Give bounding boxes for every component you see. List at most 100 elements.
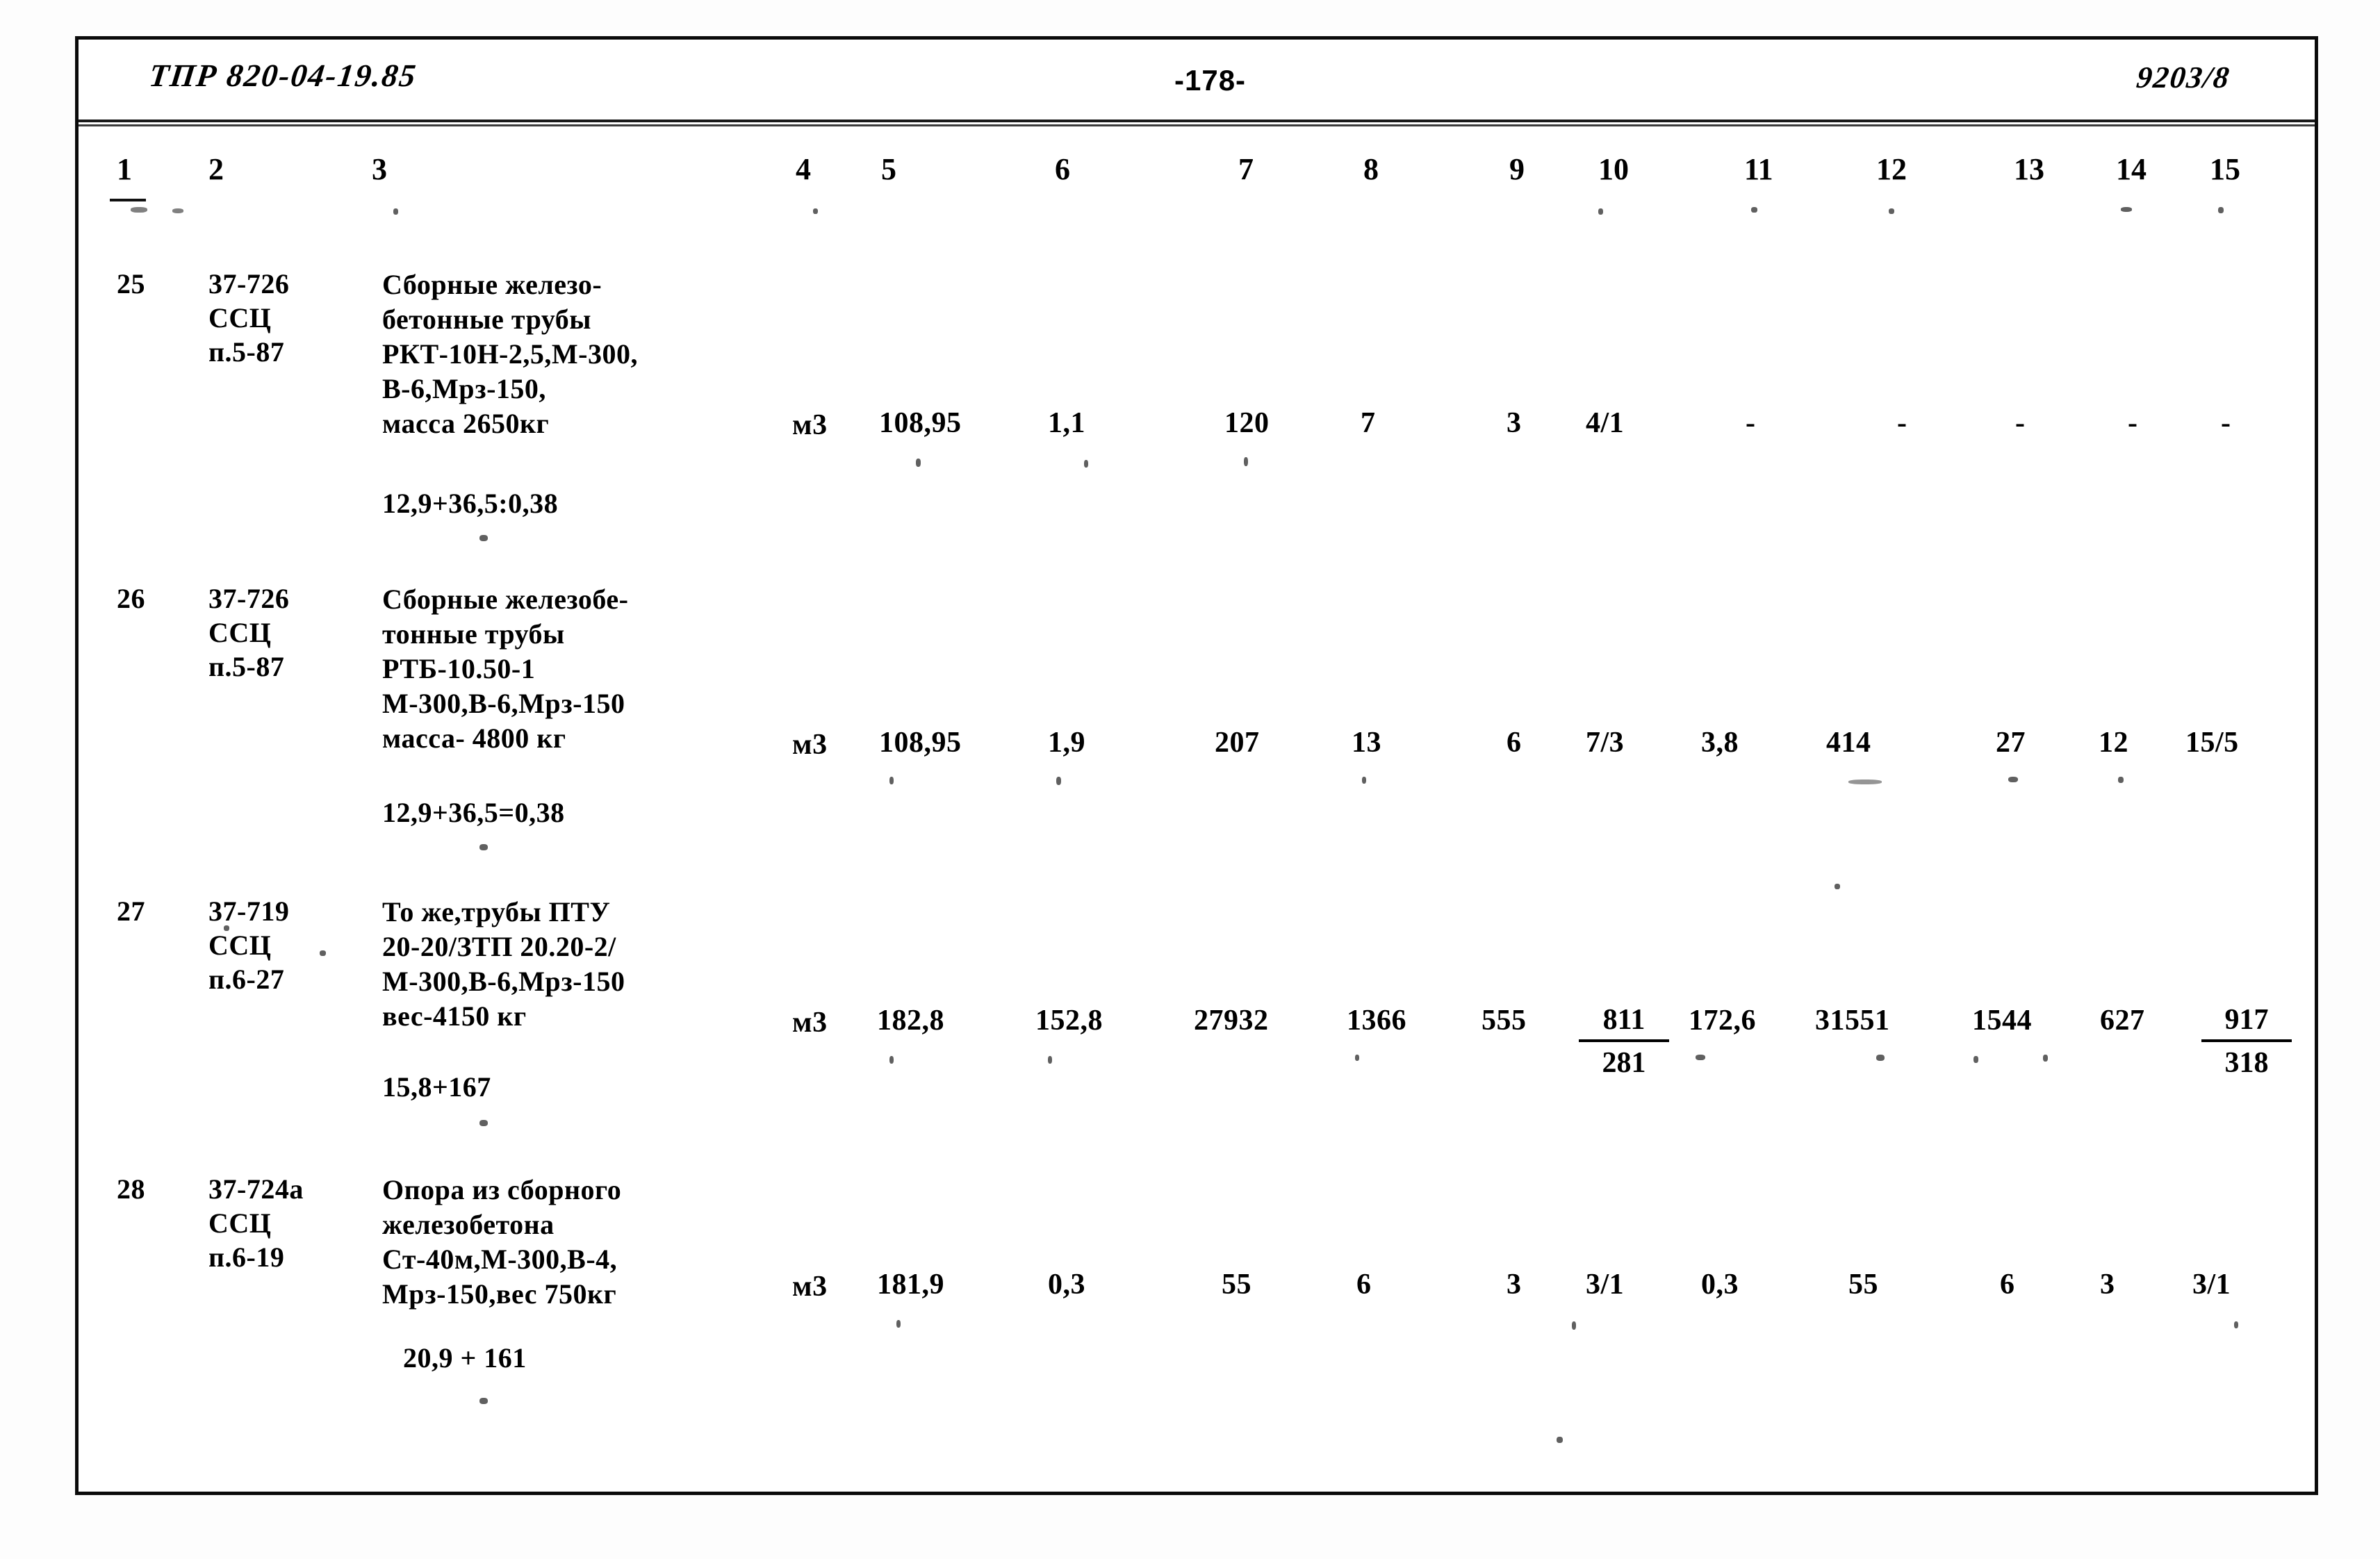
cell-col8: 6 bbox=[1356, 1269, 1372, 1301]
column-header-2: 2 bbox=[208, 152, 224, 186]
column-header-12: 12 bbox=[1876, 152, 1907, 186]
row-description: Сборные железо- бетонные трубы РКТ-10Н-2… bbox=[382, 269, 638, 439]
cell-col15-denominator: 318 bbox=[2224, 1047, 2269, 1079]
cell-unit: м3 bbox=[792, 409, 828, 441]
cell-unit: м3 bbox=[792, 1271, 828, 1303]
row-description: Опора из сборного железобетона Ст-40м,М-… bbox=[382, 1174, 622, 1310]
cell-col15-numerator: 917 bbox=[2201, 1002, 2292, 1042]
scan-speck bbox=[916, 459, 921, 467]
column-header-4: 4 bbox=[796, 152, 811, 186]
scan-speck bbox=[813, 208, 818, 214]
cell-col14: 627 bbox=[2100, 1005, 2145, 1037]
scan-speck bbox=[1598, 208, 1603, 215]
document-code: ТПР 820-04-19.85 bbox=[147, 58, 419, 93]
cell-col12: 55 bbox=[1848, 1269, 1878, 1301]
scan-speck bbox=[1835, 884, 1840, 889]
scan-speck bbox=[1362, 777, 1366, 784]
header-separator-rule bbox=[79, 119, 2315, 122]
scan-speck bbox=[479, 535, 488, 541]
scan-speck bbox=[2121, 207, 2132, 212]
cell-col15: - bbox=[2221, 407, 2231, 439]
row-formula: 12,9+36,5=0,38 bbox=[382, 797, 565, 828]
cell-col9: 3 bbox=[1507, 407, 1522, 439]
scan-speck bbox=[889, 1056, 894, 1064]
row-code-line-2: ССЦ bbox=[208, 302, 272, 333]
column-header-14: 14 bbox=[2116, 152, 2147, 186]
scan-speck bbox=[2043, 1055, 2048, 1062]
scan-speck bbox=[320, 950, 326, 956]
cell-col10: 7/3 bbox=[1586, 727, 1625, 759]
cell-col10: 4/1 bbox=[1586, 407, 1625, 439]
row-description: Сборные железобе- тонные трубы РТБ-10.50… bbox=[382, 584, 629, 754]
cell-col9: 3 bbox=[1507, 1269, 1522, 1301]
cell-col6: 1,9 bbox=[1048, 727, 1085, 759]
column-header-15: 15 bbox=[2210, 152, 2240, 186]
column-header-6: 6 bbox=[1055, 152, 1070, 186]
sheet-code: 9203/8 bbox=[2134, 60, 2233, 94]
cell-col8: 1366 bbox=[1347, 1005, 1406, 1037]
row-formula: 15,8+167 bbox=[382, 1071, 491, 1103]
row-code-line-1: 37-726 bbox=[208, 583, 290, 614]
column-header-8: 8 bbox=[1363, 152, 1379, 186]
cell-col6: 1,1 bbox=[1048, 407, 1085, 439]
row-code-line-3: п.5-87 bbox=[208, 651, 285, 682]
row-code-line-2: ССЦ bbox=[208, 617, 272, 648]
cell-col10-denominator: 281 bbox=[1602, 1047, 1646, 1079]
cell-col11: 0,3 bbox=[1701, 1269, 1739, 1301]
cell-unit: м3 bbox=[792, 729, 828, 761]
cell-col15-fraction: 917 318 bbox=[2201, 1002, 2292, 1081]
header-separator-rule-secondary bbox=[79, 124, 2315, 126]
row-code-line-1: 37-719 bbox=[208, 896, 290, 927]
cell-col11: 3,8 bbox=[1701, 727, 1739, 759]
cell-col5: 182,8 bbox=[877, 1005, 944, 1037]
scan-speck bbox=[1696, 1055, 1705, 1060]
scan-speck bbox=[889, 777, 894, 784]
cell-col7: 27932 bbox=[1194, 1005, 1269, 1037]
scan-speck bbox=[172, 208, 183, 213]
scan-speck bbox=[479, 844, 488, 850]
cell-col12: - bbox=[1897, 407, 1907, 439]
scan-speck bbox=[1244, 457, 1248, 466]
scan-speck bbox=[1876, 1055, 1885, 1061]
row-code-line-3: п.5-87 bbox=[208, 336, 285, 368]
column-header-3: 3 bbox=[372, 152, 387, 186]
cell-col9: 555 bbox=[1482, 1005, 1527, 1037]
column-header-11: 11 bbox=[1744, 152, 1773, 186]
cell-col10-fraction: 811 281 bbox=[1579, 1002, 1669, 1081]
column-header-10: 10 bbox=[1598, 152, 1629, 186]
column-header-13: 13 bbox=[2014, 152, 2044, 186]
scan-speck bbox=[479, 1120, 488, 1126]
scan-speck bbox=[896, 1320, 901, 1328]
cell-col7: 55 bbox=[1222, 1269, 1251, 1301]
cell-col7: 120 bbox=[1224, 407, 1270, 439]
cell-unit: м3 bbox=[792, 1007, 828, 1039]
cell-col6: 0,3 bbox=[1048, 1269, 1085, 1301]
cell-col14: - bbox=[2128, 407, 2137, 439]
column-header-9: 9 bbox=[1509, 152, 1525, 186]
row-formula: 20,9 + 161 bbox=[403, 1342, 527, 1374]
row-code-line-2: ССЦ bbox=[208, 930, 272, 961]
scan-speck bbox=[1557, 1437, 1563, 1443]
cell-col13: 6 bbox=[2000, 1269, 2015, 1301]
scanned-page: ТПР 820-04-19.85 -178- 9203/8 1 2 3 4 5 … bbox=[0, 0, 2380, 1559]
cell-col14: 12 bbox=[2099, 727, 2128, 759]
row-code-line-3: п.6-19 bbox=[208, 1242, 285, 1273]
cell-col11: - bbox=[1746, 407, 1755, 439]
row-code-line-1: 37-724а bbox=[208, 1173, 304, 1205]
scan-speck bbox=[479, 1398, 488, 1404]
cell-col5: 108,95 bbox=[879, 407, 962, 439]
row-formula: 12,9+36,5:0,38 bbox=[382, 488, 559, 519]
column-header-5: 5 bbox=[881, 152, 896, 186]
row-code-line-1: 37-726 bbox=[208, 268, 290, 299]
row-code-line-2: ССЦ bbox=[208, 1207, 272, 1239]
row-description: То же,трубы ПТУ 20-20/ЗТП 20.20-2/ М-300… bbox=[382, 896, 625, 1032]
column-header-7: 7 bbox=[1238, 152, 1254, 186]
cell-col15: 3/1 bbox=[2192, 1269, 2231, 1301]
cell-col8: 13 bbox=[1352, 727, 1381, 759]
scan-speck bbox=[1572, 1321, 1576, 1330]
row-index: 27 bbox=[117, 896, 145, 927]
scan-speck bbox=[2118, 777, 2124, 783]
scan-speck bbox=[224, 925, 229, 931]
cell-col15: 15/5 bbox=[2185, 727, 2239, 759]
scan-speck bbox=[1751, 207, 1757, 213]
